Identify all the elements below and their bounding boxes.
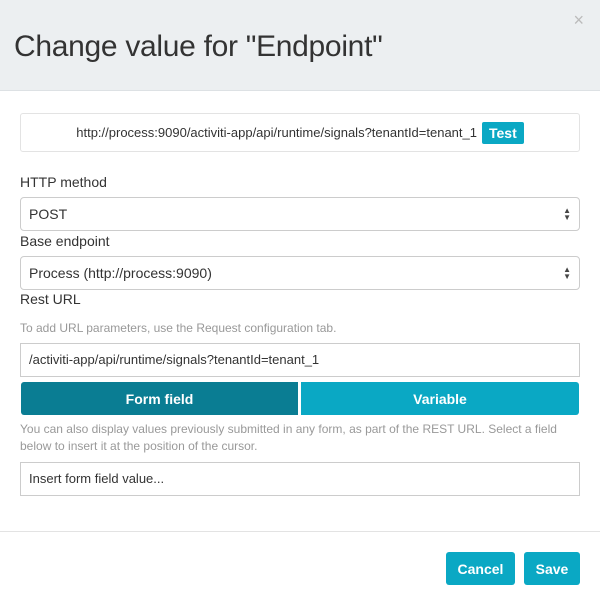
tab-form-field[interactable]: Form field bbox=[21, 382, 298, 415]
insert-help-text: You can also display values previously s… bbox=[20, 422, 557, 453]
select-arrows-icon: ▲ ▼ bbox=[563, 265, 571, 281]
base-endpoint-value: Process (http://process:9090) bbox=[29, 265, 212, 281]
http-method-label: HTTP method bbox=[20, 174, 107, 190]
footer-divider bbox=[0, 531, 600, 532]
cancel-button[interactable]: Cancel bbox=[446, 552, 515, 585]
base-endpoint-label: Base endpoint bbox=[20, 233, 110, 249]
url-preview-text: http://process:9090/activiti-app/api/run… bbox=[76, 125, 477, 140]
insert-form-field-input[interactable]: Insert form field value... bbox=[20, 462, 580, 496]
rest-url-label: Rest URL bbox=[20, 291, 81, 307]
save-button[interactable]: Save bbox=[524, 552, 580, 585]
dialog-title: Change value for "Endpoint" bbox=[14, 30, 383, 63]
url-preview: http://process:9090/activiti-app/api/run… bbox=[20, 113, 580, 152]
rest-url-input[interactable]: /activiti-app/api/runtime/signals?tenant… bbox=[20, 343, 580, 377]
base-endpoint-select[interactable]: Process (http://process:9090) ▲ ▼ bbox=[20, 256, 580, 290]
tab-variable[interactable]: Variable bbox=[301, 382, 579, 415]
http-method-value: POST bbox=[29, 206, 68, 222]
http-method-select[interactable]: POST ▲ ▼ bbox=[20, 197, 580, 231]
test-button[interactable]: Test bbox=[481, 121, 524, 144]
close-icon[interactable]: × bbox=[573, 10, 584, 31]
rest-url-hint: To add URL parameters, use the Request c… bbox=[20, 321, 337, 335]
select-arrows-icon: ▲ ▼ bbox=[563, 206, 571, 222]
